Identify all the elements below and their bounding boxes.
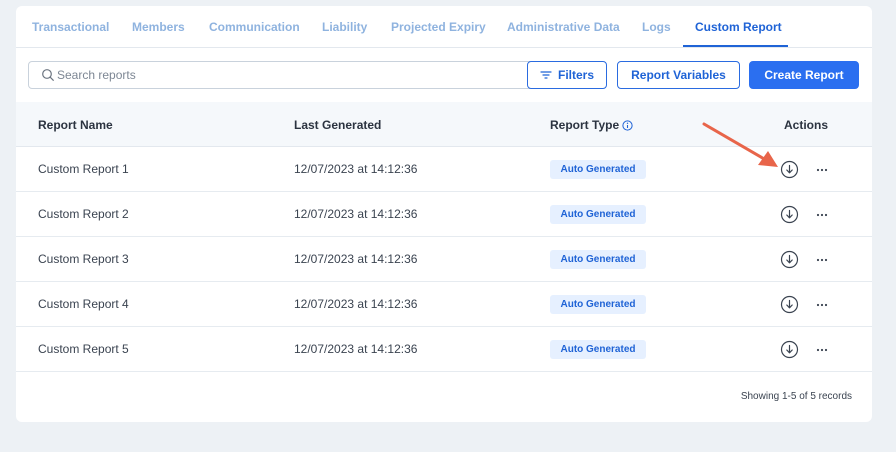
last-generated-cell: 12/07/2023 at 14:12:36 xyxy=(294,162,418,176)
search-icon xyxy=(42,69,54,81)
table-header: Report Name Last Generated Report Type A… xyxy=(16,102,872,147)
report-type-badge: Auto Generated xyxy=(550,295,646,314)
tab-bar: Transactional Members Communication Liab… xyxy=(16,6,872,48)
report-type-badge: Auto Generated xyxy=(550,340,646,359)
report-type-badge: Auto Generated xyxy=(550,250,646,269)
last-generated-cell: 12/07/2023 at 14:12:36 xyxy=(294,207,418,221)
table-row: Custom Report 3 12/07/2023 at 14:12:36 A… xyxy=(16,237,872,282)
filter-icon xyxy=(540,71,552,79)
info-icon[interactable] xyxy=(622,120,633,131)
table-row: Custom Report 2 12/07/2023 at 14:12:36 A… xyxy=(16,192,872,237)
more-options-icon[interactable] xyxy=(814,297,830,313)
tab-administrative-data[interactable]: Administrative Data xyxy=(507,20,620,34)
last-generated-cell: 12/07/2023 at 14:12:36 xyxy=(294,297,418,311)
last-generated-cell: 12/07/2023 at 14:12:36 xyxy=(294,342,418,356)
header-report-type-label: Report Type xyxy=(550,118,620,132)
filters-label: Filters xyxy=(557,68,594,82)
report-name-cell[interactable]: Custom Report 1 xyxy=(38,162,129,176)
more-options-icon[interactable] xyxy=(814,342,830,358)
report-type-badge: Auto Generated xyxy=(550,160,646,179)
tab-communication[interactable]: Communication xyxy=(209,20,300,34)
create-report-label: Create Report xyxy=(764,68,844,82)
tab-transactional[interactable]: Transactional xyxy=(32,20,109,34)
report-name-cell[interactable]: Custom Report 3 xyxy=(38,252,129,266)
tab-logs[interactable]: Logs xyxy=(642,20,671,34)
create-report-button[interactable]: Create Report xyxy=(749,61,859,89)
custom-report-panel: Transactional Members Communication Liab… xyxy=(16,6,872,422)
report-variables-label: Report Variables xyxy=(631,68,726,82)
search-box[interactable] xyxy=(28,61,534,89)
more-options-icon[interactable] xyxy=(814,162,830,178)
filters-button[interactable]: Filters xyxy=(527,61,607,89)
tab-projected-expiry[interactable]: Projected Expiry xyxy=(391,20,486,34)
search-input[interactable] xyxy=(57,66,527,84)
report-name-cell[interactable]: Custom Report 5 xyxy=(38,342,129,356)
table-row: Custom Report 4 12/07/2023 at 14:12:36 A… xyxy=(16,282,872,327)
download-icon[interactable] xyxy=(780,160,799,179)
download-icon[interactable] xyxy=(780,295,799,314)
tab-liability[interactable]: Liability xyxy=(322,20,367,34)
download-icon[interactable] xyxy=(780,250,799,269)
tab-members[interactable]: Members xyxy=(132,20,185,34)
header-report-type[interactable]: Report Type xyxy=(550,118,633,132)
report-name-cell[interactable]: Custom Report 4 xyxy=(38,297,129,311)
report-name-cell[interactable]: Custom Report 2 xyxy=(38,207,129,221)
pagination-summary: Showing 1-5 of 5 records xyxy=(740,391,852,402)
table-row: Custom Report 5 12/07/2023 at 14:12:36 A… xyxy=(16,327,872,372)
last-generated-cell: 12/07/2023 at 14:12:36 xyxy=(294,252,418,266)
active-tab-indicator xyxy=(683,45,788,47)
report-variables-button[interactable]: Report Variables xyxy=(617,61,740,89)
header-last-generated[interactable]: Last Generated xyxy=(294,118,381,132)
more-options-icon[interactable] xyxy=(814,252,830,268)
table-row: Custom Report 1 12/07/2023 at 14:12:36 A… xyxy=(16,147,872,192)
report-type-badge: Auto Generated xyxy=(550,205,646,224)
tab-custom-report[interactable]: Custom Report xyxy=(695,20,782,34)
header-report-name[interactable]: Report Name xyxy=(38,118,113,132)
header-actions: Actions xyxy=(784,118,829,132)
more-options-icon[interactable] xyxy=(814,207,830,223)
download-icon[interactable] xyxy=(780,205,799,224)
download-icon[interactable] xyxy=(780,340,799,359)
